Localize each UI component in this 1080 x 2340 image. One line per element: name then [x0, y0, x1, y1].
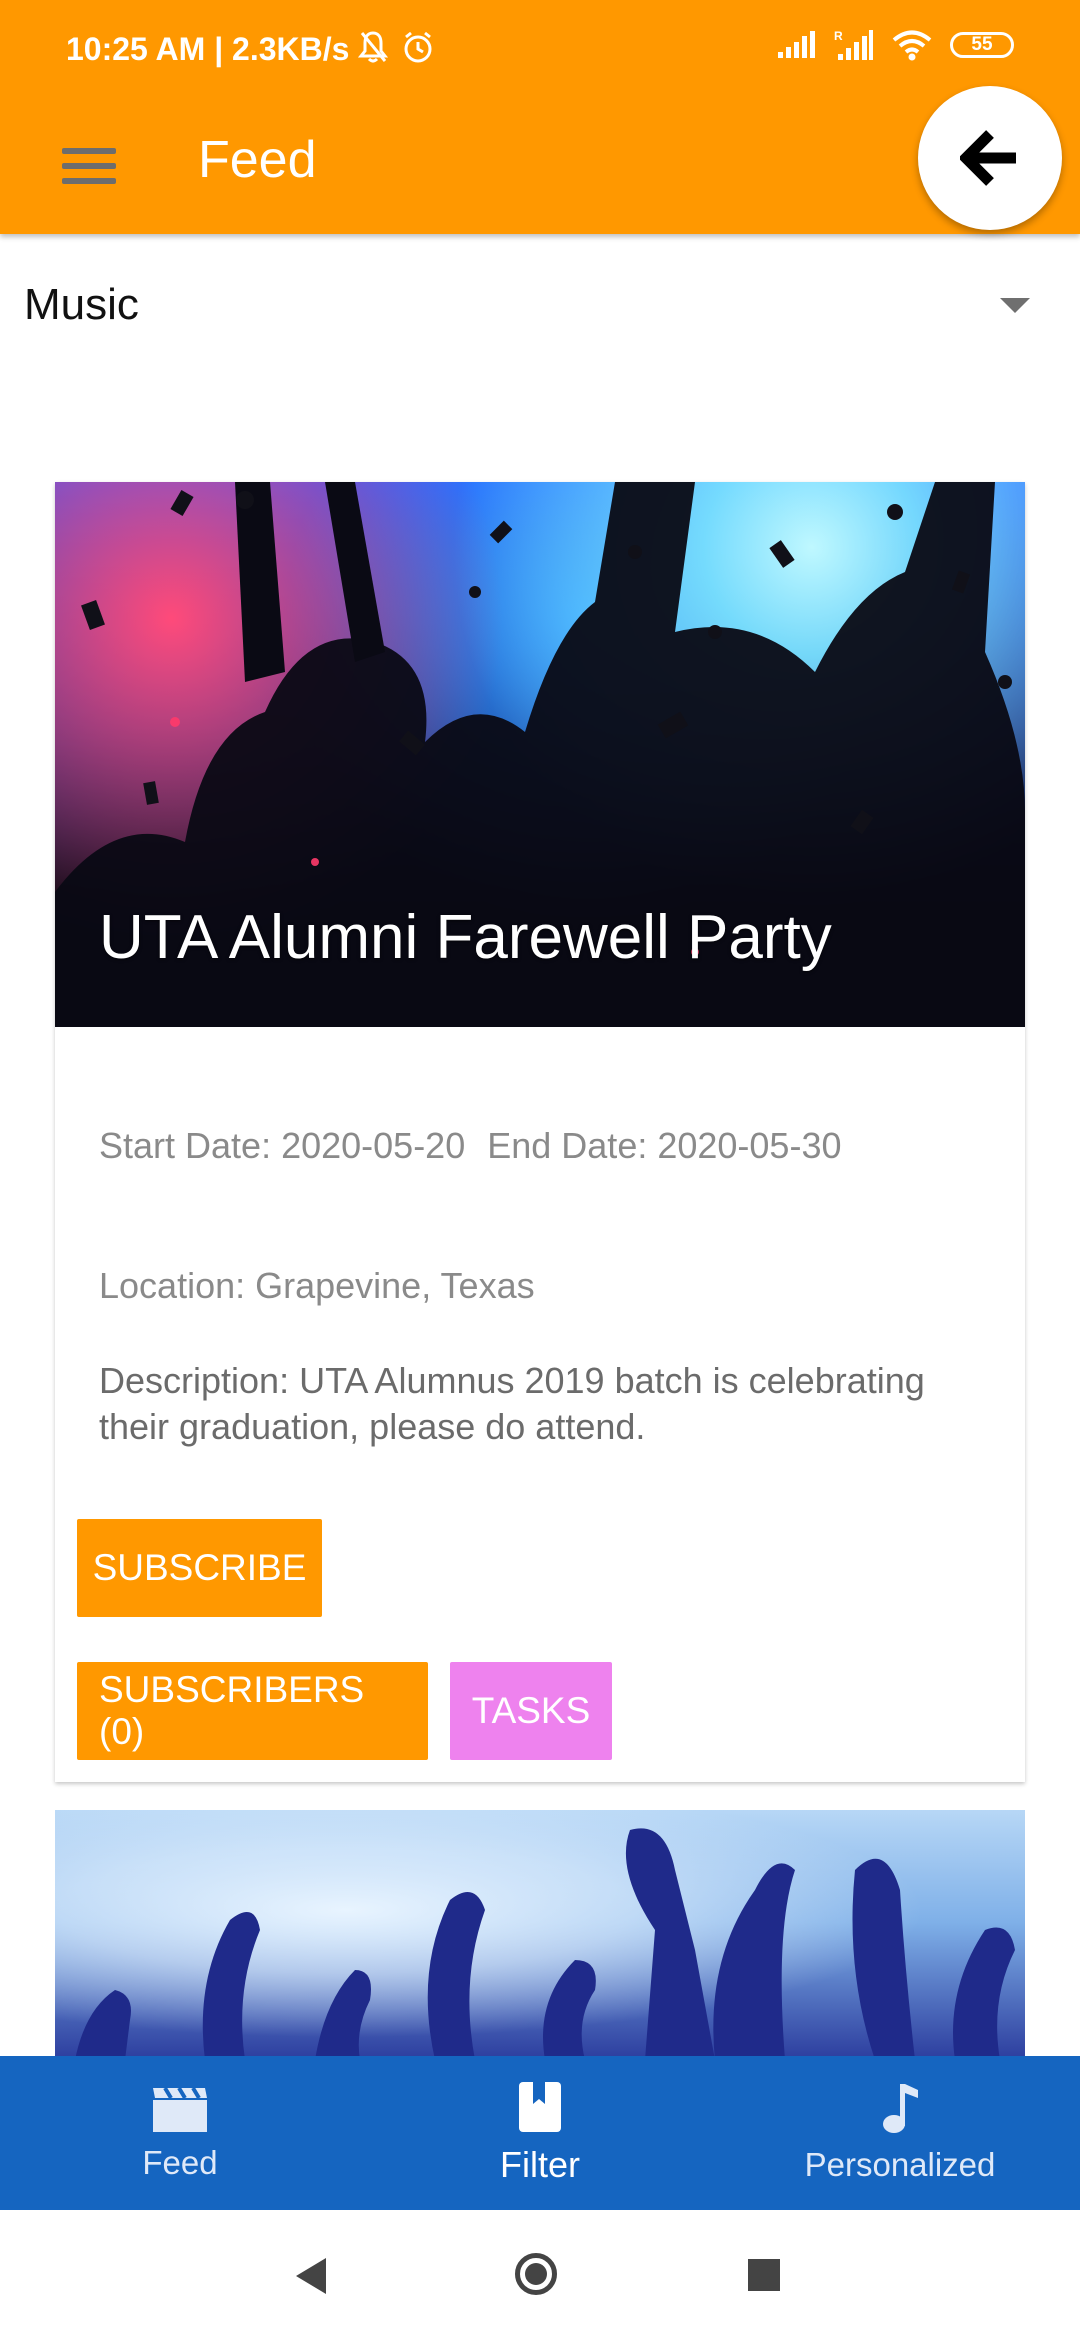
movie-clapper-icon: [153, 2086, 207, 2132]
subscribers-button[interactable]: SUBSCRIBERS (0): [77, 1662, 428, 1760]
bottom-nav-feed[interactable]: Feed: [0, 2056, 360, 2210]
signal-icon: [778, 31, 815, 58]
bookmark-book-icon: [519, 2082, 561, 2132]
arrow-back-icon: [960, 130, 1016, 186]
back-button[interactable]: [918, 86, 1062, 230]
alarm-icon: [404, 31, 432, 63]
concert-crowd-image: [75, 1828, 1015, 2060]
event-title: UTA Alumni Farewell Party: [99, 903, 832, 972]
event-location: Location: Grapevine, Texas: [99, 1265, 535, 1306]
hamburger-menu-icon[interactable]: [54, 136, 124, 196]
event-card-next[interactable]: [55, 1810, 1025, 2060]
event-dates: Start Date: 2020-05-20 End Date: 2020-05-…: [99, 1125, 842, 1167]
tasks-button[interactable]: TASKS: [450, 1662, 612, 1760]
bottom-nav-filter[interactable]: Filter: [360, 2056, 720, 2210]
wifi-icon: [892, 30, 932, 61]
bottom-navigation: Feed Filter Personalized: [0, 2056, 1080, 2210]
status-notification-icons: [358, 30, 434, 64]
bottom-nav-filter-label: Filter: [500, 2144, 580, 2185]
system-home-icon[interactable]: [515, 2253, 557, 2295]
dropdown-selected-value: Music: [24, 280, 139, 329]
dropdown-caret-icon: [1000, 298, 1030, 313]
page-title: Feed: [198, 131, 317, 189]
event-end-date: End Date: 2020-05-30: [487, 1125, 842, 1166]
svg-text:R: R: [834, 29, 843, 43]
subscribe-button[interactable]: SUBSCRIBE: [77, 1519, 322, 1617]
event-image: UTA Alumni Farewell Party: [55, 482, 1025, 1027]
bottom-nav-personalized[interactable]: Personalized: [720, 2056, 1080, 2210]
status-bar: 10:25 AM | 2.3KB/s R 55: [0, 0, 1080, 100]
status-system-icons: R 55: [776, 28, 1014, 62]
bottom-nav-personalized-label: Personalized: [804, 2146, 996, 2183]
system-back-icon[interactable]: [296, 2258, 326, 2294]
system-navigation-bar: [0, 2210, 1080, 2340]
notifications-muted-icon: [358, 31, 388, 63]
system-recents-icon[interactable]: [748, 2259, 780, 2291]
event-description: Description: UTA Alumnus 2019 batch is c…: [99, 1360, 925, 1447]
status-time: 10:25 AM | 2.3KB/s: [66, 31, 350, 67]
category-dropdown[interactable]: Music: [0, 250, 1080, 360]
event-start-date: Start Date: 2020-05-20: [99, 1125, 466, 1166]
bottom-nav-feed-label: Feed: [142, 2144, 218, 2181]
app-bar: 10:25 AM | 2.3KB/s R 55 Feed: [0, 0, 1080, 234]
signal-roaming-icon: R: [834, 29, 873, 60]
battery-indicator: 55: [950, 32, 1014, 58]
music-note-icon: [883, 2084, 918, 2133]
event-card: UTA Alumni Farewell Party Start Date: 20…: [55, 482, 1025, 1782]
